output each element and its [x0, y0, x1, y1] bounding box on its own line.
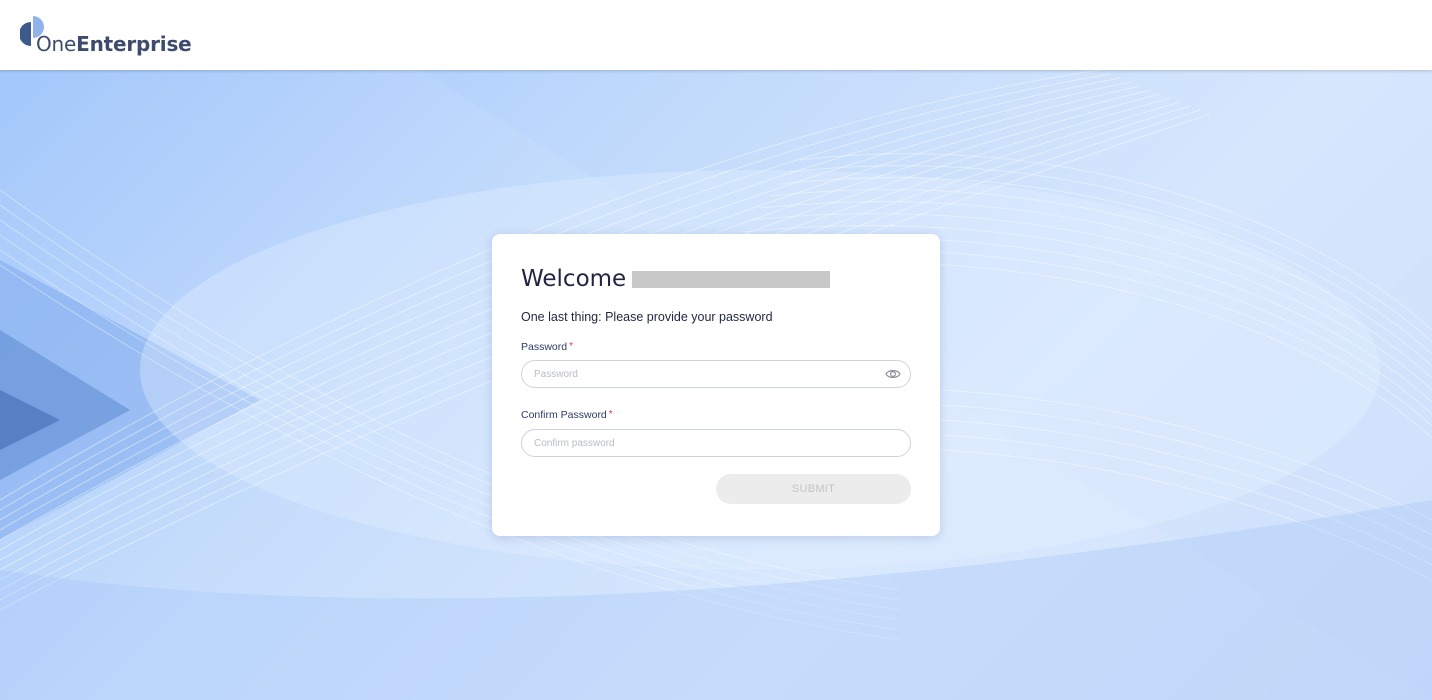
logo-text: OneEnterprise [36, 32, 192, 56]
password-field[interactable] [521, 360, 911, 388]
confirm-password-field[interactable] [521, 429, 911, 457]
redacted-user-name [632, 270, 831, 288]
submit-button[interactable]: SUBMIT [716, 474, 911, 504]
logo-text-light: One [36, 32, 77, 56]
page: OneEnterprise Welcome One last thing: Pl… [0, 0, 1432, 700]
password-required-mark: * [569, 341, 574, 352]
password-input[interactable] [534, 361, 874, 387]
eye-icon[interactable] [885, 367, 901, 381]
top-header: OneEnterprise [0, 0, 1432, 70]
confirm-password-input[interactable] [534, 430, 874, 456]
subtitle-text: One last thing: Please provide your pass… [521, 310, 773, 324]
logo-text-bold: Enterprise [76, 32, 192, 56]
confirm-password-label-text: Confirm Password [521, 409, 607, 421]
confirm-password-label: Confirm Password * [521, 409, 613, 421]
password-setup-card: Welcome One last thing: Please provide y… [492, 234, 940, 536]
confirm-password-required-mark: * [608, 409, 613, 420]
password-label: Password * [521, 341, 573, 353]
password-label-text: Password [521, 341, 568, 353]
welcome-row: Welcome [521, 266, 831, 292]
welcome-heading: Welcome [521, 266, 627, 292]
